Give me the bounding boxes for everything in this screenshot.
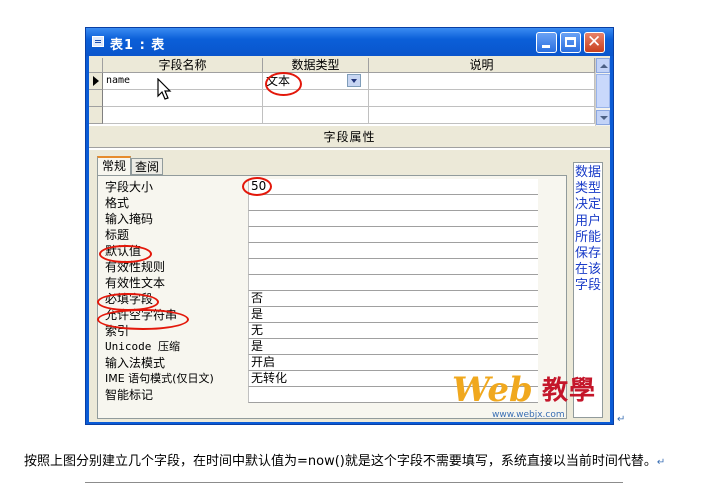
description-cell[interactable] (369, 107, 595, 124)
grid-scrollbar[interactable] (595, 58, 610, 126)
property-label: 输入掩码 (105, 212, 154, 226)
property-value[interactable]: 是 (248, 339, 538, 355)
mouse-cursor-icon (157, 78, 172, 100)
scroll-thumb[interactable] (596, 74, 610, 108)
grid-corner (89, 58, 103, 73)
property-value[interactable] (248, 227, 538, 243)
row-selector[interactable] (89, 73, 103, 90)
maximize-icon (565, 37, 576, 47)
paragraph-mark-icon: ↵ (617, 414, 626, 425)
column-header-description: 说明 (369, 58, 595, 73)
divider-line (85, 482, 623, 483)
property-label: Unicode 压缩 (105, 340, 180, 353)
field-name-cell[interactable] (103, 107, 263, 124)
table-icon (92, 36, 104, 47)
logo-chinese: 教學 (542, 376, 597, 406)
maximize-button[interactable] (560, 32, 581, 53)
property-value[interactable]: 50 (248, 179, 538, 195)
row-selector[interactable] (89, 90, 103, 107)
field-properties-heading: 字段属性 (323, 130, 376, 144)
property-value[interactable]: 无 (248, 323, 538, 339)
property-value[interactable] (248, 243, 538, 259)
property-label: 标题 (105, 228, 130, 242)
scroll-up-button[interactable] (596, 58, 610, 73)
annotation-ellipse (242, 177, 272, 196)
caption-text: 按照上图分别建立几个字段，在时间中默认值为=now()就是这个字段不需要填写，系… (24, 450, 665, 469)
description-cell[interactable] (369, 73, 595, 90)
property-value[interactable] (248, 259, 538, 275)
field-grid: 字段名称 数据类型 说明 name 文本 (89, 58, 595, 126)
table-design-window: 表1 : 表 ✕ 字段名称 数据类型 说明 name 文本 字段属性 常规 查阅… (85, 27, 614, 425)
property-label: 有效性文本 (105, 276, 166, 290)
scroll-down-button[interactable] (596, 110, 610, 125)
title-bar[interactable]: 表1 : 表 ✕ (86, 28, 613, 56)
webjx-logo: Web 教學 www.webjx.com (452, 368, 614, 424)
property-value[interactable]: 否 (248, 291, 538, 307)
column-header-data-type: 数据类型 (263, 58, 369, 73)
column-header-field-name: 字段名称 (103, 58, 263, 73)
paragraph-mark-icon: ↵ (656, 457, 666, 468)
annotation-ellipse (97, 309, 189, 330)
close-icon: ✕ (587, 32, 602, 52)
dropdown-arrow-icon[interactable] (347, 74, 361, 87)
property-value[interactable] (248, 275, 538, 291)
row-selector[interactable] (89, 107, 103, 124)
property-label: 格式 (105, 196, 130, 210)
property-value[interactable]: 是 (248, 307, 538, 323)
current-row-arrow-icon (93, 76, 99, 86)
field-name-cell[interactable] (103, 90, 263, 107)
property-label: IME 语句模式(仅日文) (105, 372, 214, 385)
description-cell[interactable] (369, 90, 595, 107)
window-title: 表1 : 表 (110, 38, 166, 53)
logo-letters: Web (452, 370, 533, 410)
divider (89, 147, 610, 150)
property-label: 字段大小 (105, 180, 154, 194)
property-value[interactable] (248, 195, 538, 211)
close-button[interactable]: ✕ (584, 32, 605, 53)
property-label: 输入法模式 (105, 356, 166, 370)
annotation-ellipse (265, 72, 302, 96)
minimize-button[interactable] (536, 32, 557, 53)
caption-content: 按照上图分别建立几个字段，在时间中默认值为=now()就是这个字段不需要填写，系… (24, 454, 657, 469)
data-type-cell[interactable] (263, 107, 369, 124)
property-label: 智能标记 (105, 388, 154, 402)
logo-url: www.webjx.com (492, 410, 565, 420)
tab-general[interactable]: 常规 (97, 156, 131, 175)
minimize-icon (542, 45, 550, 48)
field-name-cell[interactable]: name (103, 73, 263, 90)
tab-lookup[interactable]: 查阅 (131, 158, 163, 175)
property-value[interactable] (248, 211, 538, 227)
annotation-ellipse (99, 245, 152, 263)
